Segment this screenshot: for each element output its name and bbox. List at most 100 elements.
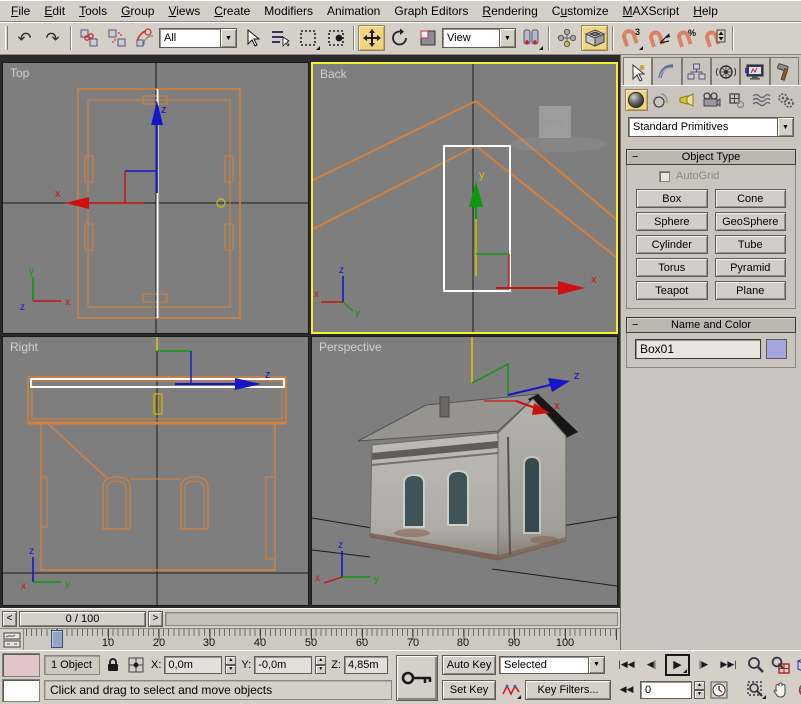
- redo-button[interactable]: ↷: [39, 25, 66, 51]
- track-bar-frame-handle[interactable]: [51, 630, 63, 648]
- z-coordinate-input[interactable]: 4,85m: [344, 656, 388, 674]
- subcat-space-warps[interactable]: [749, 89, 772, 111]
- time-slider-prev-button[interactable]: <: [2, 611, 17, 627]
- viewport-perspective-canvas[interactable]: z x z y x: [312, 337, 617, 605]
- angle-snap-button[interactable]: [645, 25, 672, 51]
- plane-button[interactable]: Plane: [715, 281, 787, 300]
- snap-toggle-3d-button[interactable]: 3: [617, 25, 644, 51]
- menu-edit[interactable]: Edit: [37, 1, 72, 21]
- menu-create[interactable]: Create: [207, 1, 257, 21]
- reference-coordinate-arrow[interactable]: ▼: [500, 28, 516, 48]
- bind-to-space-warp-button[interactable]: [131, 25, 158, 51]
- x-spinner[interactable]: ▲▼: [225, 656, 236, 674]
- cone-button[interactable]: Cone: [715, 189, 787, 208]
- key-selection-dropdown[interactable]: Selected ▼: [499, 656, 605, 674]
- viewport-back[interactable]: Back BACK y: [311, 62, 618, 334]
- viewport-right-canvas[interactable]: z z y x: [3, 337, 308, 605]
- selection-filter-arrow[interactable]: ▼: [221, 28, 237, 48]
- pan-button[interactable]: [769, 679, 792, 700]
- key-filters-button[interactable]: Key Filters...: [525, 680, 611, 700]
- time-slider-handle[interactable]: 0 / 100: [19, 611, 146, 627]
- region-zoom-button[interactable]: [744, 679, 767, 700]
- tab-hierarchy[interactable]: [682, 57, 711, 85]
- tab-create[interactable]: [623, 57, 652, 85]
- mini-curve-editor-button[interactable]: [0, 629, 24, 650]
- house-model[interactable]: [358, 394, 578, 560]
- time-configuration-button[interactable]: [707, 679, 730, 700]
- previous-frame-button[interactable]: ◀|: [640, 654, 663, 675]
- menu-customize[interactable]: Customize: [545, 1, 616, 21]
- cylinder-button[interactable]: Cylinder: [636, 235, 708, 254]
- selection-region-button[interactable]: [294, 25, 321, 51]
- menu-animation[interactable]: Animation: [320, 1, 387, 21]
- select-and-scale-button[interactable]: [414, 25, 441, 51]
- autogrid-checkbox[interactable]: [659, 171, 670, 182]
- viewport-top[interactable]: Top: [2, 62, 309, 334]
- move-gizmo[interactable]: z: [157, 337, 271, 390]
- set-keys-button[interactable]: [396, 655, 438, 701]
- absolute-offset-toggle[interactable]: [126, 655, 146, 675]
- track-bar-ruler[interactable]: 0 10 20 30 40 50 60 70 80 90 100: [24, 629, 620, 650]
- y-spinner[interactable]: ▲▼: [315, 656, 326, 674]
- subcat-shapes[interactable]: [650, 89, 673, 111]
- macro-recorder-pane[interactable]: [2, 653, 40, 677]
- select-object-button[interactable]: [238, 25, 265, 51]
- teapot-button[interactable]: Teapot: [636, 281, 708, 300]
- box-button[interactable]: Box: [636, 189, 708, 208]
- category-dropdown-arrow[interactable]: ▼: [778, 117, 794, 137]
- use-center-button[interactable]: [517, 25, 544, 51]
- select-and-rotate-button[interactable]: [386, 25, 413, 51]
- move-gizmo[interactable]: z x: [55, 101, 225, 209]
- viewport-top-canvas[interactable]: z x y x z: [3, 63, 308, 333]
- tab-display[interactable]: [740, 57, 769, 85]
- auto-key-button[interactable]: Auto Key: [442, 655, 496, 675]
- unlink-selection-button[interactable]: [103, 25, 130, 51]
- listener-pane[interactable]: [2, 679, 40, 703]
- goto-end-button[interactable]: ▶▶|: [717, 654, 740, 675]
- object-name-input[interactable]: Box01: [635, 339, 761, 359]
- selection-lock-toggle[interactable]: [103, 655, 123, 675]
- goto-start-button[interactable]: |◀◀: [615, 654, 638, 675]
- viewport-right[interactable]: Right: [2, 336, 309, 606]
- subcat-helpers[interactable]: [724, 89, 747, 111]
- menu-maxscript[interactable]: MAXScript: [616, 1, 687, 21]
- pyramid-button[interactable]: Pyramid: [715, 258, 787, 277]
- category-dropdown[interactable]: Standard Primitives ▼: [621, 113, 801, 141]
- selection-filter-dropdown[interactable]: All ▼: [159, 28, 237, 48]
- undo-button[interactable]: ↶: [11, 25, 38, 51]
- percent-snap-button[interactable]: %: [673, 25, 700, 51]
- viewport-perspective[interactable]: Perspective: [311, 336, 618, 606]
- subcat-cameras[interactable]: [700, 89, 723, 111]
- menu-modifiers[interactable]: Modifiers: [257, 1, 320, 21]
- zoom-all-button[interactable]: [769, 654, 792, 675]
- subcat-lights[interactable]: [675, 89, 698, 111]
- key-selection-arrow[interactable]: ▼: [589, 656, 605, 674]
- menu-tools[interactable]: Tools: [72, 1, 114, 21]
- menu-group[interactable]: Group: [114, 1, 161, 21]
- spinner-snap-button[interactable]: [701, 25, 728, 51]
- torus-button[interactable]: Torus: [636, 258, 708, 277]
- default-tangents-button[interactable]: [499, 679, 522, 700]
- window-crossing-button[interactable]: [322, 25, 349, 51]
- geosphere-button[interactable]: GeoSphere: [715, 212, 787, 231]
- select-by-name-button[interactable]: [266, 25, 293, 51]
- object-type-rollout-header[interactable]: − Object Type: [626, 149, 796, 165]
- set-key-button[interactable]: Set Key: [442, 680, 496, 700]
- tab-modify[interactable]: [652, 57, 681, 85]
- reference-coordinate-dropdown[interactable]: View ▼: [442, 28, 516, 48]
- play-button[interactable]: ▶: [665, 654, 690, 676]
- menu-views[interactable]: Views: [161, 1, 207, 21]
- select-and-link-button[interactable]: [75, 25, 102, 51]
- viewport-back-canvas[interactable]: BACK y x: [313, 64, 616, 332]
- tube-button[interactable]: Tube: [715, 235, 787, 254]
- y-coordinate-input[interactable]: -0,0m: [254, 656, 312, 674]
- frame-spinner[interactable]: ▲▼: [694, 681, 705, 699]
- zoom-button[interactable]: [744, 654, 767, 675]
- arc-rotate-button[interactable]: [794, 679, 801, 700]
- next-frame-button[interactable]: |▶: [692, 654, 715, 675]
- menu-graph-editors[interactable]: Graph Editors: [387, 1, 475, 21]
- menu-rendering[interactable]: Rendering: [475, 1, 544, 21]
- tab-motion[interactable]: [711, 57, 740, 85]
- key-mode-toggle[interactable]: ◀◀: [615, 679, 638, 700]
- toolbar-drag-handle[interactable]: [5, 26, 8, 50]
